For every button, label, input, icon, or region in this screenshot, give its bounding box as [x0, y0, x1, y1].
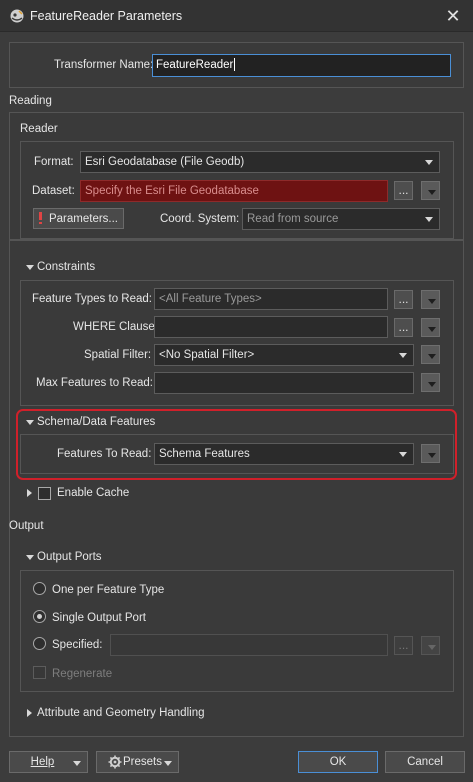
- feature-types-options-button[interactable]: [421, 290, 440, 309]
- specified-ports-options-button[interactable]: [421, 636, 440, 655]
- radio-one-per-feature-type-label: One per Feature Type: [52, 584, 165, 596]
- dataset-input[interactable]: Specify the Esri File Geodatabase: [80, 180, 388, 202]
- spatial-filter-label: Spatial Filter:: [84, 349, 152, 361]
- max-features-label: Max Features to Read:: [36, 377, 153, 389]
- feature-types-value: <All Feature Types>: [159, 293, 262, 305]
- format-label: Format:: [34, 156, 74, 168]
- output-ports-expand-icon[interactable]: [26, 555, 34, 560]
- cancel-button[interactable]: Cancel: [385, 751, 465, 773]
- reading-section-label: Reading: [9, 95, 52, 107]
- radio-one-per-feature-type[interactable]: [33, 582, 46, 595]
- dataset-placeholder: Specify the Esri File Geodatabase: [85, 185, 259, 197]
- help-button[interactable]: Help: [9, 751, 88, 773]
- where-clause-input[interactable]: [154, 316, 388, 338]
- specified-ports-input[interactable]: [110, 634, 388, 656]
- output-ports-header[interactable]: Output Ports: [37, 551, 102, 563]
- radio-single-output-port[interactable]: [33, 610, 46, 623]
- gear-icon: [108, 755, 122, 769]
- chevron-down-icon: [73, 761, 81, 766]
- spatial-filter-select[interactable]: <No Spatial Filter>: [154, 344, 414, 366]
- max-features-options-button[interactable]: [421, 373, 440, 392]
- output-section-label: Output: [9, 520, 44, 532]
- transformer-name-value: FeatureReader: [156, 59, 234, 71]
- attribute-geometry-header[interactable]: Attribute and Geometry Handling: [37, 707, 204, 719]
- attr-geom-expand-icon[interactable]: [27, 709, 32, 717]
- radio-specified-label: Specified:: [52, 639, 103, 651]
- format-select[interactable]: Esri Geodatabase (File Geodb): [80, 151, 440, 173]
- radio-single-output-port-label: Single Output Port: [52, 612, 146, 624]
- radio-specified[interactable]: [33, 637, 46, 650]
- transformer-name-label: Transformer Name:: [54, 59, 154, 71]
- reader-group-label: Reader: [20, 123, 58, 135]
- parameters-button[interactable]: Parameters...: [33, 208, 124, 229]
- spatial-filter-options-button[interactable]: [421, 345, 440, 364]
- coord-system-value: Read from source: [247, 213, 339, 225]
- chevron-down-icon: [399, 353, 407, 358]
- regenerate-checkbox[interactable]: [33, 666, 46, 679]
- cache-expand-icon[interactable]: [27, 489, 32, 497]
- feature-types-label: Feature Types to Read:: [32, 293, 152, 305]
- max-features-input[interactable]: [154, 372, 414, 394]
- constraints-header[interactable]: Constraints: [37, 261, 95, 273]
- chevron-down-icon: [164, 761, 172, 766]
- spatial-filter-value: <No Spatial Filter>: [159, 349, 255, 361]
- enable-cache-label: Enable Cache: [57, 487, 130, 499]
- coord-system-select[interactable]: Read from source: [242, 208, 440, 230]
- dataset-browse-button[interactable]: ...: [394, 181, 413, 200]
- text-caret: [234, 58, 236, 72]
- constraints-expand-icon[interactable]: [26, 265, 34, 270]
- format-value: Esri Geodatabase (File Geodb): [85, 156, 245, 168]
- feature-types-browse-button[interactable]: ...: [394, 290, 413, 309]
- parameters-button-label: Parameters...: [48, 213, 119, 225]
- where-clause-options-button[interactable]: [421, 318, 440, 337]
- presets-button-label: Presets: [123, 756, 162, 768]
- feature-types-input[interactable]: <All Feature Types>: [154, 288, 388, 310]
- ok-button[interactable]: OK: [298, 751, 378, 773]
- transformer-name-input[interactable]: FeatureReader: [152, 54, 451, 77]
- enable-cache-checkbox[interactable]: [38, 487, 51, 500]
- close-icon[interactable]: ✕: [440, 4, 466, 28]
- dataset-options-button[interactable]: [421, 181, 440, 200]
- dataset-label: Dataset:: [32, 185, 75, 197]
- where-clause-browse-button[interactable]: ...: [394, 318, 413, 337]
- fme-app-icon: [10, 9, 24, 23]
- coord-system-label: Coord. System:: [160, 213, 240, 225]
- specified-ports-browse-button[interactable]: ...: [394, 636, 413, 655]
- regenerate-label: Regenerate: [52, 668, 113, 680]
- chevron-down-icon: [425, 217, 433, 222]
- help-button-label: Help: [30, 756, 55, 768]
- chevron-down-icon: [425, 160, 433, 165]
- warning-icon: [38, 212, 43, 224]
- highlight-box: [16, 409, 457, 480]
- where-clause-label: WHERE Clause:: [73, 321, 158, 333]
- window-title: FeatureReader Parameters: [30, 9, 183, 23]
